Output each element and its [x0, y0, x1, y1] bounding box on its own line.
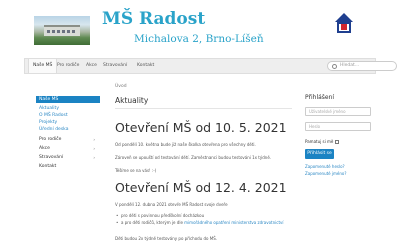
breadcrumb[interactable]: Úvod: [115, 84, 127, 89]
school-photo: [34, 16, 90, 45]
nav-item-stravovani[interactable]: Stravování: [99, 59, 131, 73]
site-title[interactable]: MŠ Radost: [102, 9, 205, 29]
login-button[interactable]: Přihlásit se: [305, 149, 334, 159]
ministry-link[interactable]: mimořádného opatření ministerstva zdravo…: [184, 220, 283, 225]
sidebar-item-stravovani[interactable]: Stravování ›: [36, 154, 100, 161]
sidebar-item-pro-rodice[interactable]: Pro rodiče ›: [36, 136, 100, 143]
sidebar-item-projekty[interactable]: Projekty: [36, 119, 100, 126]
sidebar-item-nase-ms[interactable]: Naše MŠ: [36, 96, 100, 103]
page-title: Aktuality: [115, 96, 149, 105]
search-input[interactable]: Hledat...: [327, 61, 397, 71]
chevron-right-icon: ›: [93, 146, 95, 151]
article-heading[interactable]: Otevření MŠ od 12. 4. 2021: [115, 180, 287, 195]
nav-item-kontakt[interactable]: Kontakt: [133, 59, 158, 73]
article-text: Děti budou 2x týdně testovány po příchod…: [115, 236, 218, 241]
password-input[interactable]: Heslo: [305, 122, 371, 131]
article-text: Zároveň se upouští od testování dětí. Za…: [115, 155, 272, 160]
nav-item-pro-rodice[interactable]: Pro rodiče: [53, 59, 83, 73]
username-input[interactable]: Uživatelské jméno: [305, 107, 371, 116]
main-nav: Naše MŠ Pro rodiče Akce Stravování Konta…: [24, 58, 397, 74]
search-placeholder: Hledat...: [340, 63, 360, 68]
sidebar-item-kontakt[interactable]: Kontakt: [36, 163, 100, 170]
school-logo[interactable]: [333, 13, 355, 47]
chevron-right-icon: ›: [93, 155, 95, 160]
article-text: V pondělí 12. dubna 2021 otevře MŠ Rados…: [115, 202, 228, 207]
forgot-password-link[interactable]: Zapomenuté heslo?: [305, 164, 345, 169]
divider: [115, 108, 292, 109]
site-header: MŠ Radost Michalova 2, Brno-Líšeň: [0, 0, 400, 58]
chevron-right-icon: ›: [93, 137, 95, 142]
forgot-username-link[interactable]: Zapomenuté jméno?: [305, 171, 346, 176]
article-text: Od pondělí 10. května bude již naše škol…: [115, 142, 256, 147]
article-heading[interactable]: Otevření MŠ od 10. 5. 2021: [115, 120, 287, 135]
sidebar-item-aktuality[interactable]: Aktuality: [36, 105, 100, 112]
sidebar-item-uredni-deska[interactable]: Úřední deska: [36, 126, 100, 133]
article-text: Těšíme se na vás! :-): [115, 168, 157, 173]
search-icon: [332, 64, 337, 69]
remember-me: Pamatuj si mě: [305, 139, 340, 144]
list-item: a pro děti rodičů, kterým je dle mimořád…: [116, 220, 284, 225]
site-address: Michalova 2, Brno-Líšeň: [134, 33, 264, 45]
remember-checkbox[interactable]: [335, 140, 340, 144]
login-title: Přihlášení: [305, 94, 335, 101]
sidebar-item-akce[interactable]: Akce ›: [36, 145, 100, 152]
list-item: pro děti s povinnou předškolní docházkou: [116, 213, 204, 218]
sidebar-item-o-ms-radost[interactable]: O MŠ Radost: [36, 112, 100, 119]
